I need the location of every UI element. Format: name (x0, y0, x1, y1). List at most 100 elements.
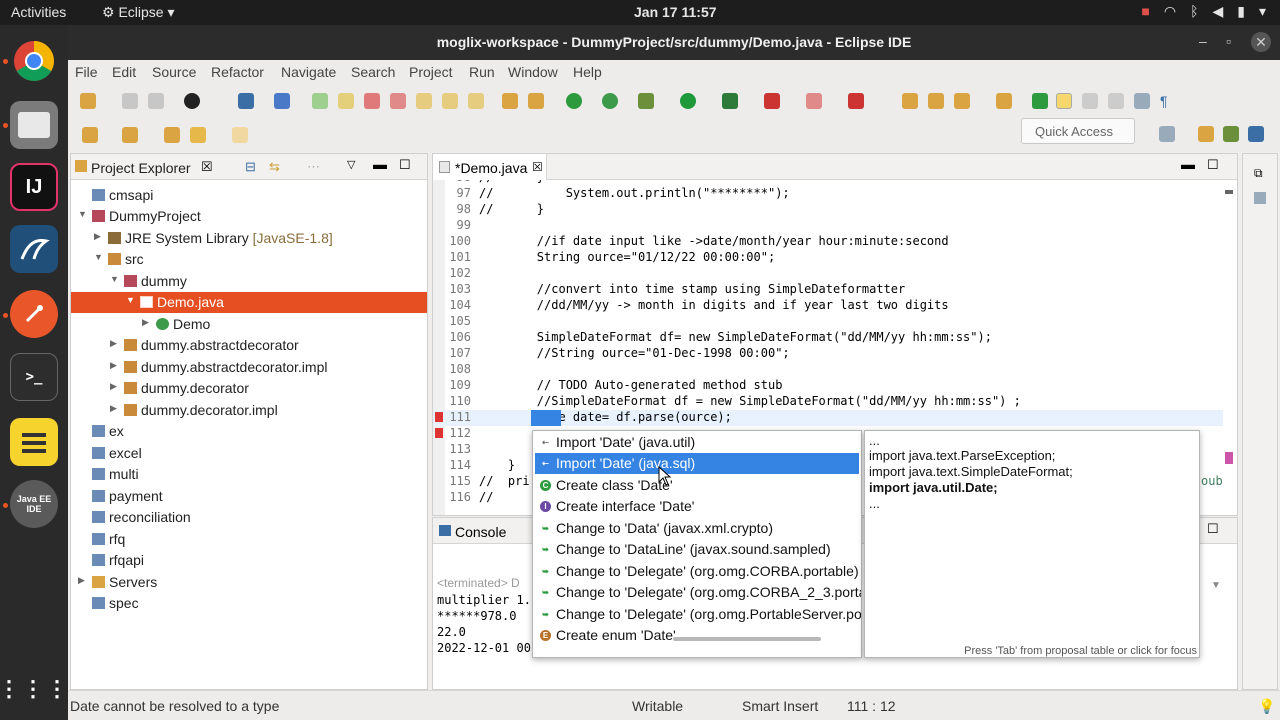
app-menu[interactable]: ⚙ Eclipse ▾ (102, 4, 175, 21)
mysql-workbench-icon[interactable] (10, 225, 58, 273)
menu-search[interactable]: Search (351, 64, 395, 80)
menu-source[interactable]: Source (152, 64, 196, 80)
highlight-icon[interactable] (1056, 93, 1072, 109)
menu-file[interactable]: File (75, 64, 98, 80)
java-perspective-icon[interactable] (1248, 126, 1264, 142)
quick-fix-item[interactable]: I Create interface 'Date' (535, 496, 859, 517)
tree-item-dummy-package[interactable]: ▼ dummy (71, 271, 427, 292)
menu-refactor[interactable]: Refactor (211, 64, 264, 80)
files-icon[interactable] (10, 101, 58, 149)
server-icon[interactable] (848, 93, 864, 109)
status-insert-mode[interactable]: Smart Insert (742, 698, 818, 714)
quick-fix-item[interactable]: ➥ Change to 'DataLine' (javax.sound.samp… (535, 539, 859, 560)
console-tab[interactable]: Console (455, 524, 506, 540)
step-over-icon[interactable] (442, 93, 458, 109)
edit-icon[interactable] (996, 93, 1012, 109)
quick-fix-item[interactable]: ➥ Change to 'Delegate' (org.omg.CORBA.po… (535, 561, 859, 582)
quick-fix-item[interactable]: ➥ Change to 'Data' (javax.xml.crypto) (535, 518, 859, 539)
menu-edit[interactable]: Edit (112, 64, 136, 80)
close-icon[interactable]: ✕ (1251, 32, 1271, 52)
tree-item-reconciliation[interactable]: reconciliation (71, 507, 427, 528)
java-ee-perspective-icon[interactable] (1198, 126, 1214, 142)
close-tab-icon[interactable]: ☒ (532, 160, 543, 174)
update-icon[interactable] (602, 93, 618, 109)
debug-perspective-icon[interactable] (1223, 126, 1239, 142)
collapsed-arrow-icon[interactable]: ▶ (110, 360, 117, 371)
quick-access-input[interactable]: Quick Access (1021, 118, 1135, 144)
save-icon[interactable] (122, 93, 138, 109)
project-explorer-tab[interactable]: Project Explorer ☒ ⊟ ⇆ ⋯ ▽ ▬ ☐ (71, 154, 427, 180)
step-return-icon[interactable] (468, 93, 484, 109)
view-menu-icon[interactable]: ▽ (347, 158, 355, 171)
external-tools-icon[interactable] (764, 93, 780, 109)
minimize-editor-icon[interactable]: ▬ (1181, 156, 1195, 172)
save-all-icon[interactable] (148, 93, 164, 109)
tree-item-ex[interactable]: ex (71, 421, 427, 442)
filter-icon[interactable]: ⋯ (307, 159, 320, 175)
tree-item-payment[interactable]: payment (71, 486, 427, 507)
coverage-icon[interactable] (722, 93, 738, 109)
expanded-arrow-icon[interactable]: ▼ (94, 252, 103, 262)
menu-run[interactable]: Run (469, 64, 495, 80)
overview-ruler-marker[interactable] (1225, 452, 1233, 464)
open-task-icon[interactable] (502, 93, 518, 109)
collapsed-arrow-icon[interactable]: ▶ (78, 575, 85, 586)
clock[interactable]: Jan 17 11:57 (634, 4, 717, 20)
collapsed-arrow-icon[interactable]: ▶ (110, 338, 117, 349)
tree-item-rfqapi[interactable]: rfqapi (71, 550, 427, 571)
debug-icon[interactable] (638, 93, 654, 109)
show-whitespace-icon[interactable] (1082, 93, 1098, 109)
stop-server-icon[interactable] (806, 93, 822, 109)
tree-item-rfq[interactable]: rfq (71, 529, 427, 550)
tree-item-servers[interactable]: ▶ Servers (71, 572, 427, 593)
editor-tab-demo-java[interactable]: *Demo.java ☒ (433, 154, 547, 180)
terminate-icon[interactable] (364, 93, 380, 109)
notes-icon[interactable] (10, 418, 58, 466)
tree-item-src[interactable]: ▼ src (71, 249, 427, 270)
disconnect-icon[interactable] (390, 93, 406, 109)
collapsed-arrow-icon[interactable]: ▶ (110, 403, 117, 414)
tree-item-package[interactable]: ▶ dummy.decorator (71, 378, 427, 399)
last-edit-icon[interactable] (164, 127, 180, 143)
error-marker-icon[interactable] (435, 412, 443, 422)
tree-item-dummyproject[interactable]: ▼ DummyProject (71, 206, 427, 227)
postman-icon[interactable] (10, 290, 58, 338)
minimize-icon[interactable]: – (1199, 33, 1207, 49)
run-icon[interactable] (680, 93, 696, 109)
quick-fix-item[interactable]: ➥ Change to 'Delegate' (org.omg.Portable… (535, 604, 861, 625)
minimize-view-icon[interactable]: ▬ (373, 156, 387, 172)
word-wrap-icon[interactable] (1134, 93, 1150, 109)
menu-help[interactable]: Help (573, 64, 602, 80)
skip-breakpoints-icon[interactable] (274, 93, 290, 109)
overview-ruler-marker[interactable] (1225, 190, 1233, 194)
link-editor-icon[interactable]: ⇆ (269, 159, 280, 175)
quick-fix-item[interactable]: ➥ Change to 'Delegate' (org.omg.CORBA_2_… (535, 582, 861, 603)
maximize-console-icon[interactable]: ☐ (1207, 521, 1219, 537)
collapsed-arrow-icon[interactable]: ▶ (142, 317, 149, 328)
next-annotation-icon[interactable] (82, 127, 98, 143)
pin-icon[interactable] (1032, 93, 1048, 109)
tree-item-package[interactable]: ▶ dummy.decorator.impl (71, 400, 427, 421)
chrome-icon[interactable] (10, 37, 58, 85)
show-apps-icon[interactable]: ⋮⋮⋮ (0, 665, 68, 713)
activities-button[interactable]: Activities (11, 4, 66, 20)
intellij-icon[interactable]: IJ (10, 163, 58, 211)
maximize-editor-icon[interactable]: ☐ (1207, 157, 1219, 173)
expanded-arrow-icon[interactable]: ▼ (78, 209, 87, 219)
system-tray[interactable]: ■ ◠ ᛒ ◀ ▮ ▾ (1141, 3, 1266, 20)
close-view-icon[interactable]: ☒ (201, 159, 213, 175)
quick-fix-item-selected[interactable]: ⇠ Import 'Date' (java.sql) (535, 453, 859, 474)
suspend-icon[interactable] (338, 93, 354, 109)
pilcrow-icon[interactable]: ¶ (1160, 93, 1176, 109)
tree-item-demo-class[interactable]: ▶ Demo (71, 314, 427, 335)
open-perspective-icon[interactable] (1159, 126, 1175, 142)
search-icon[interactable] (954, 93, 970, 109)
step-into-icon[interactable] (416, 93, 432, 109)
block-selection-icon[interactable] (1108, 93, 1124, 109)
quick-fix-item[interactable]: C Create class 'Date' (535, 475, 859, 496)
menu-navigate[interactable]: Navigate (281, 64, 336, 80)
expanded-arrow-icon[interactable]: ▼ (110, 274, 119, 284)
collapsed-arrow-icon[interactable]: ▶ (110, 381, 117, 392)
quick-fix-item[interactable]: E Create enum 'Date' (535, 625, 859, 646)
eclipse-javaee-icon[interactable]: Java EE IDE (10, 480, 58, 528)
